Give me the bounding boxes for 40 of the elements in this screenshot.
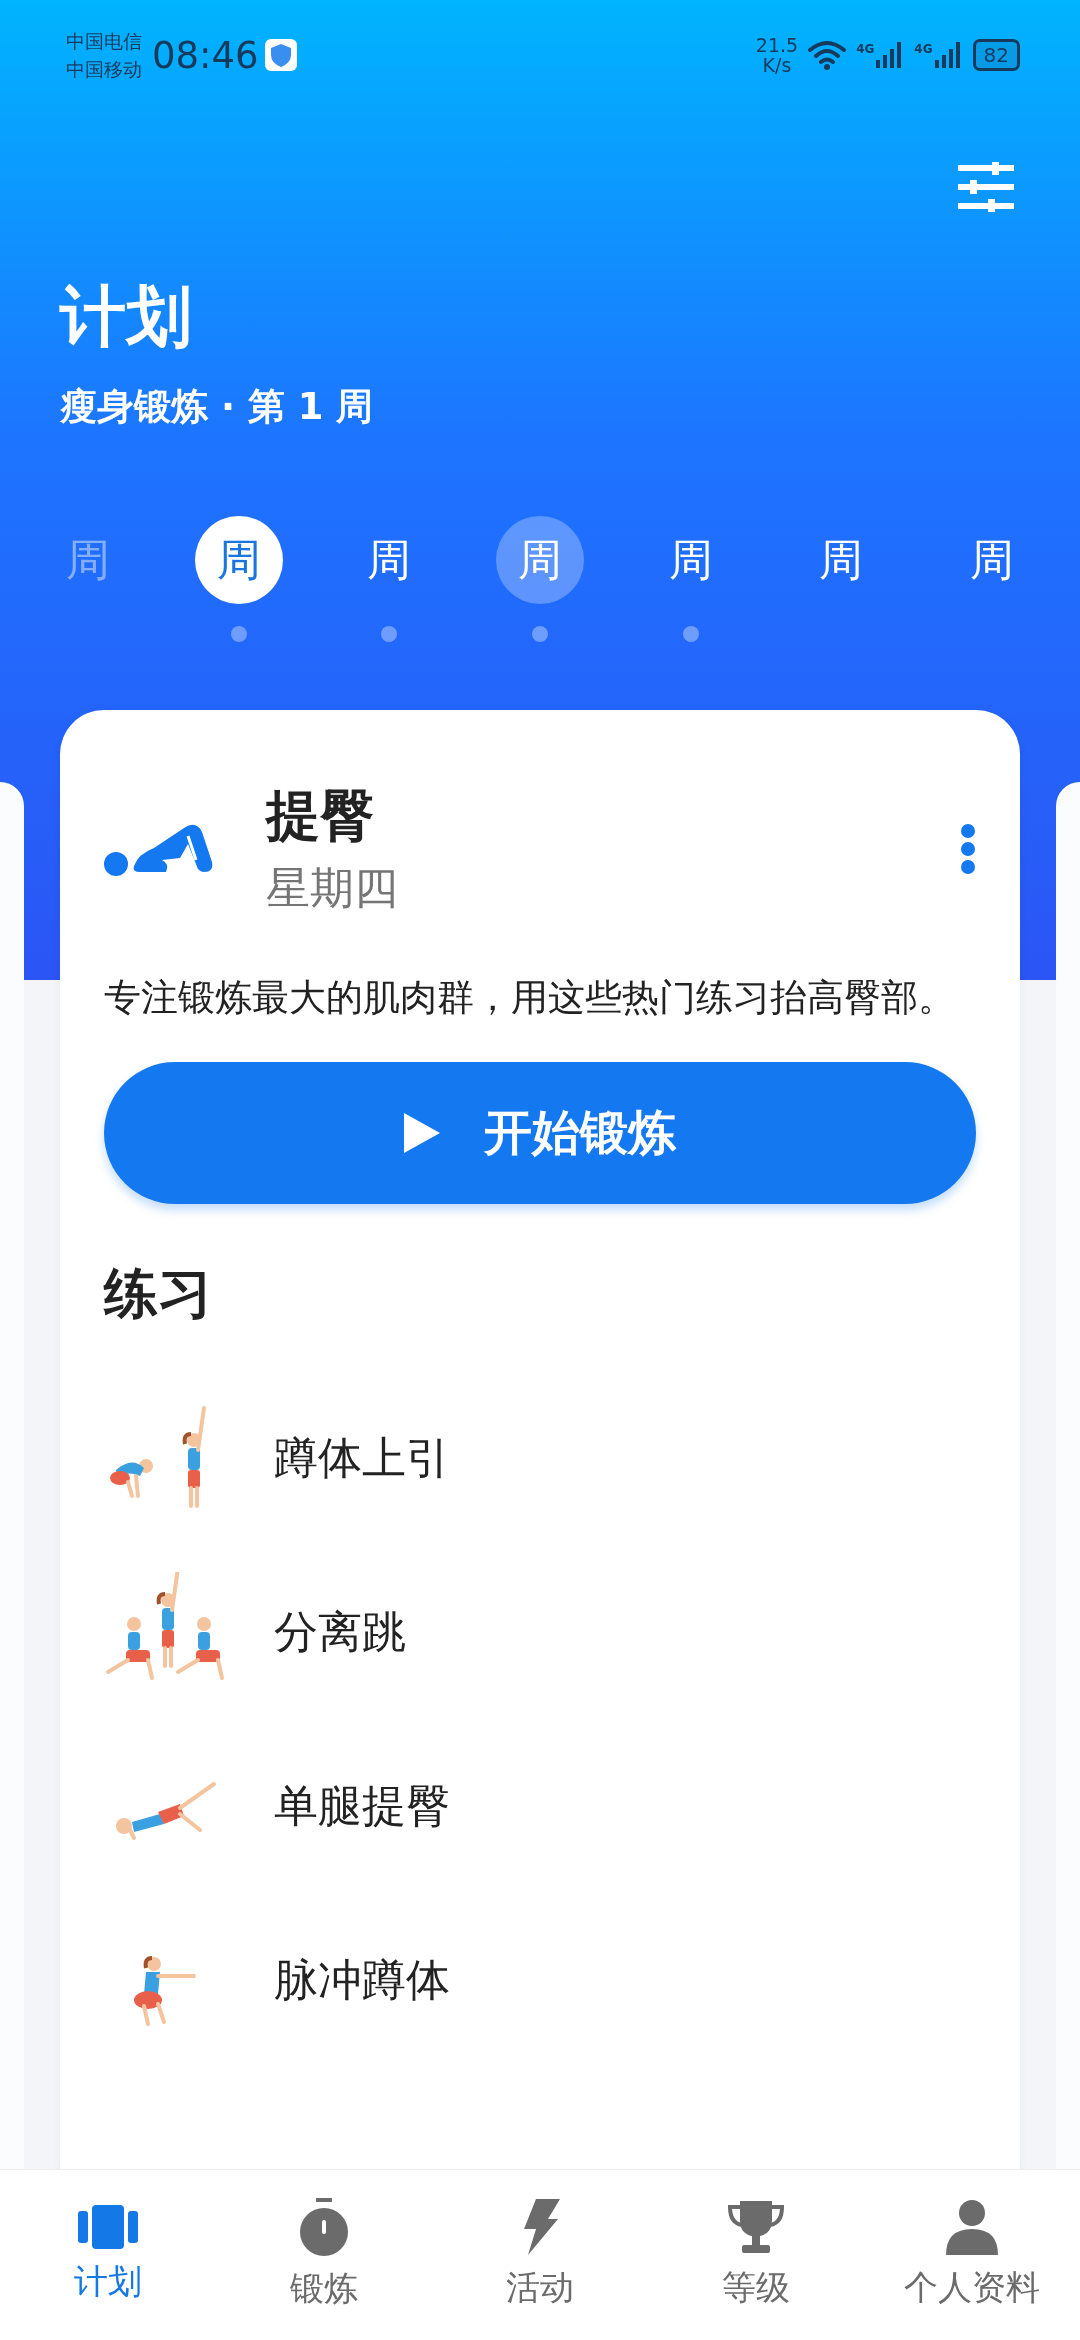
nav-tab[interactable]: 计划 [0, 2170, 216, 2340]
plan-subtitle: 瘦身锻炼 · 第 1 周 [60, 384, 375, 430]
week-day[interactable]: 周 [797, 516, 886, 604]
clock: 08:46 [152, 33, 259, 77]
wifi-icon [808, 40, 847, 70]
nav-tab[interactable]: 个人资料 [864, 2170, 1080, 2340]
network-type: 4G [914, 42, 933, 56]
section-title: 练习 [104, 1261, 213, 1327]
play-icon [404, 1113, 440, 1153]
stopwatch-icon [298, 2198, 350, 2256]
exercise-name[interactable]: 蹲体上引 [274, 1428, 450, 1488]
sliders-icon[interactable] [958, 162, 1014, 212]
person-icon [944, 2199, 1000, 2255]
workout-title: 提臀 [266, 783, 375, 849]
week-day[interactable]: 周 [646, 516, 735, 604]
exercise-name[interactable]: 分离跳 [274, 1602, 406, 1662]
nav-tab[interactable]: 活动 [432, 2170, 648, 2340]
exercise-name[interactable]: 单腿提臀 [274, 1776, 450, 1836]
start-workout-button[interactable]: 开始锻炼 [104, 1062, 976, 1204]
shield-icon [264, 39, 297, 71]
trophy-icon [728, 2199, 784, 2255]
exercise-name[interactable]: 脉冲蹲体 [274, 1950, 450, 2010]
workout-day: 星期四 [266, 859, 960, 918]
week-day[interactable]: 周 [194, 516, 283, 604]
nav-tab[interactable]: 锻炼 [216, 2170, 432, 2340]
week-day[interactable]: 周 [345, 516, 434, 604]
week-day[interactable]: 周 [496, 516, 584, 604]
carrier-name: 中国移动 [66, 57, 142, 82]
cards-icon [78, 2205, 138, 2249]
nav-tab[interactable]: 等级 [648, 2170, 864, 2340]
more-icon[interactable] [960, 823, 976, 875]
net-speed-unit: K/s [762, 55, 792, 75]
battery-level: 82 [972, 39, 1020, 71]
carrier-name: 中国电信 [66, 29, 142, 54]
workout-description: 专注锻炼最大的肌肉群，用这些热门练习抬高臀部。 [104, 975, 956, 1021]
week-day[interactable]: 周 [947, 516, 1036, 604]
network-type: 4G [856, 42, 875, 56]
signal-icon [934, 42, 963, 68]
net-speed: 21.5 [755, 35, 799, 55]
page-title: 计划 [60, 277, 193, 357]
